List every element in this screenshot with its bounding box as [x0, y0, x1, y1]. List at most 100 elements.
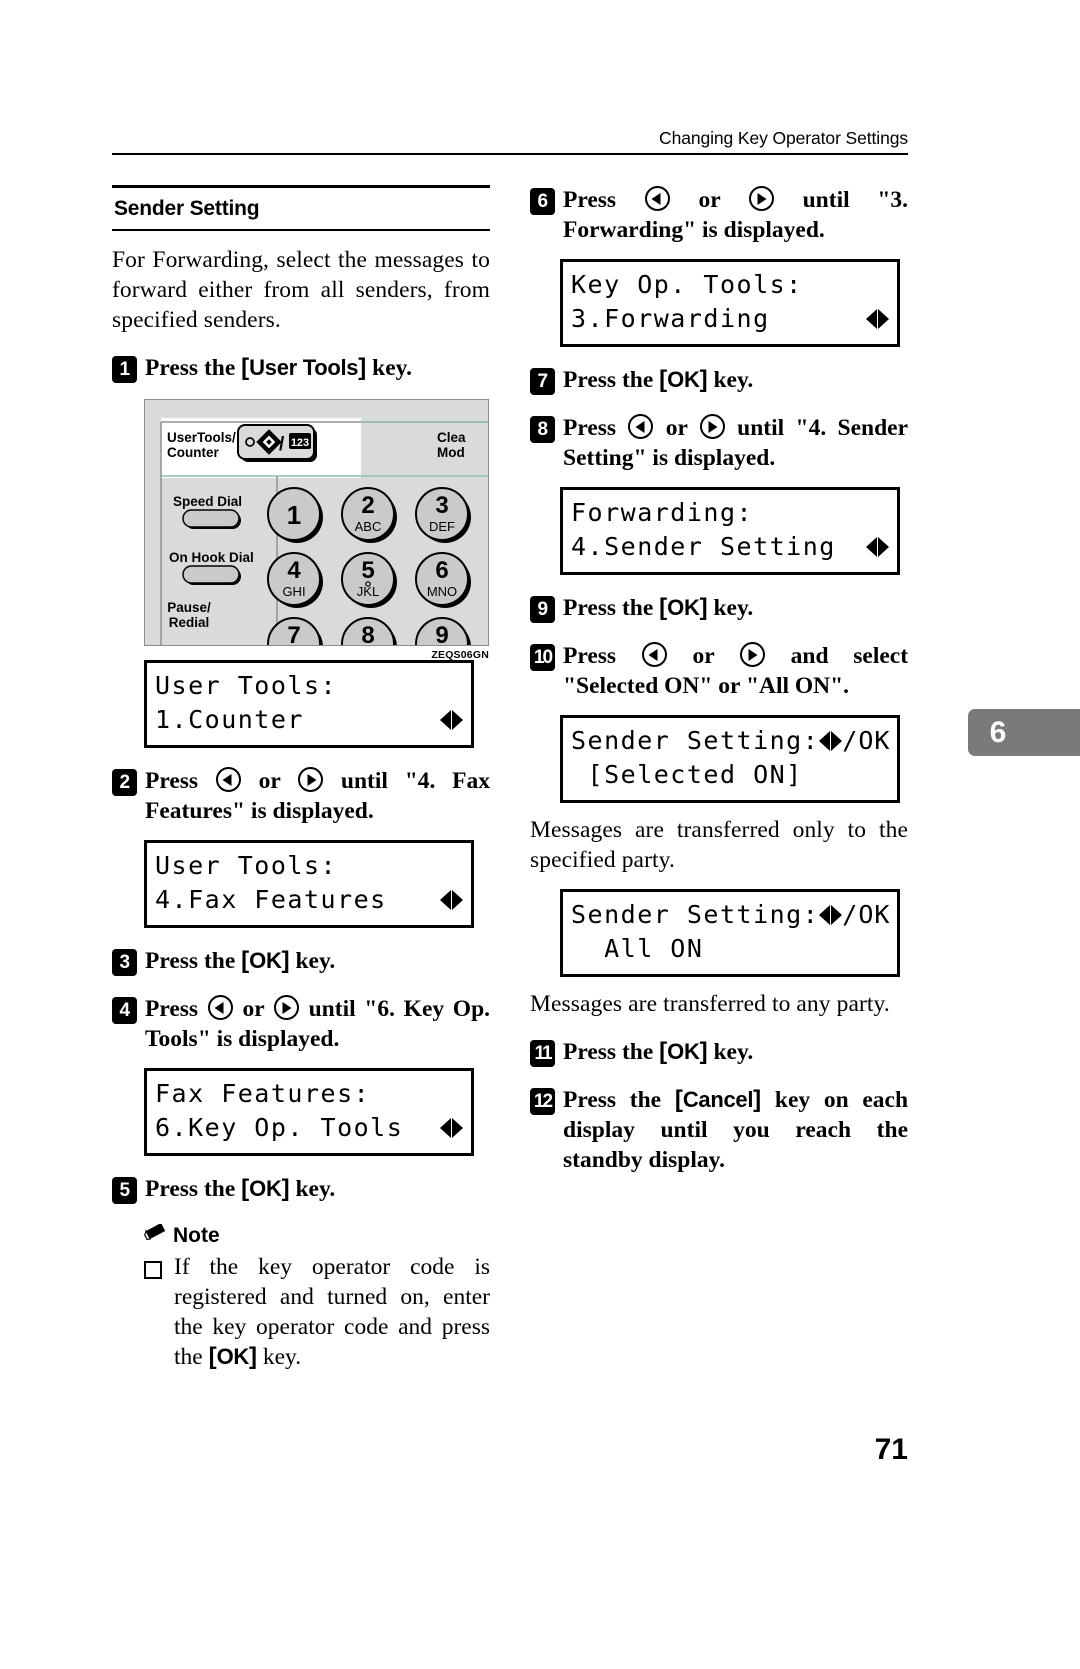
svg-text:Clea: Clea — [437, 430, 466, 445]
step-text-before: Press — [563, 187, 617, 213]
note-text: If the key operator code is registered a… — [174, 1252, 490, 1372]
svg-text:MNO: MNO — [427, 584, 457, 599]
step-9: 9 Press the [OK] key. — [530, 593, 908, 623]
step-text-after: key. — [295, 1176, 336, 1202]
note-title: Note — [173, 1224, 220, 1247]
step-number: 7 — [530, 368, 555, 395]
svg-text:9: 9 — [435, 622, 448, 646]
svg-text:8: 8 — [361, 622, 374, 646]
step-number: 1 — [112, 356, 137, 383]
lcd-line-2: 4.Fax Features — [155, 885, 387, 914]
illustration-body: UserTools/ Counter Clea Mod / 123 Speed … — [144, 399, 489, 646]
pencil-icon — [144, 1223, 166, 1248]
lcd-display-4: Key Op. Tools: 3.Forwarding — [560, 259, 900, 347]
svg-text:7: 7 — [287, 622, 300, 646]
svg-text:UserTools/: UserTools/ — [167, 430, 236, 445]
intro-paragraph: For Forwarding, select the messages to f… — [112, 247, 490, 333]
svg-text:Mod: Mod — [437, 445, 465, 460]
svg-text:1: 1 — [287, 500, 301, 530]
step-number: 5 — [112, 1177, 137, 1204]
lcd-display-7: Sender Setting: /OK All ON — [560, 889, 900, 977]
lcd-display-1: User Tools: 1.Counter — [144, 660, 474, 748]
lcd-display-3: Fax Features: 6.Key Op. Tools — [144, 1068, 474, 1156]
lcd-scroll-arrows-icon — [866, 309, 889, 329]
lcd-line-1-row: Sender Setting: /OK — [571, 724, 889, 758]
step-text-after: key. — [713, 595, 754, 621]
left-arrow-key-icon — [207, 995, 233, 1020]
lcd-scroll-arrows-icon — [819, 905, 843, 925]
right-column: 6 Press or until "3. Forwarding" is disp… — [530, 185, 908, 1175]
control-panel-svg: UserTools/ Counter Clea Mod / 123 Speed … — [160, 418, 488, 646]
bracket-open: [ — [241, 1175, 250, 1202]
svg-text:ABC: ABC — [355, 519, 382, 534]
bracket-close: ] — [281, 947, 290, 974]
lcd-line-1-row: Sender Setting: /OK — [571, 898, 889, 932]
svg-text:5: 5 — [361, 557, 374, 584]
page-number: 71 — [874, 1433, 908, 1466]
step-text-before: Press — [145, 768, 199, 794]
bracket-open: [ — [659, 1038, 668, 1065]
step-text-after: key. — [295, 948, 336, 974]
step-text-after: key. — [713, 1039, 754, 1065]
step-text: Press the [OK] key. — [145, 946, 490, 976]
lcd-line-1: User Tools: — [155, 851, 338, 880]
lcd-line-1: Sender Setting: — [571, 900, 820, 929]
key-label: User Tools — [249, 355, 359, 380]
bracket-close: ] — [699, 594, 708, 621]
lcd-line-2: 3.Forwarding — [571, 304, 770, 333]
right-arrow-key-icon — [298, 767, 324, 792]
svg-text:4: 4 — [287, 557, 301, 584]
lcd-line-2: All ON — [571, 934, 704, 963]
step-number: 4 — [112, 997, 137, 1024]
left-arrow-key-icon — [644, 186, 670, 211]
svg-text:On Hook Dial: On Hook Dial — [169, 550, 254, 565]
bracket-close: ] — [699, 366, 708, 393]
step-11: 11 Press the [OK] key. — [530, 1037, 908, 1067]
lcd-scroll-arrows-icon — [440, 710, 463, 730]
svg-text:3: 3 — [435, 492, 448, 519]
lcd-line-2-row: 4.Sender Setting — [571, 530, 889, 564]
key-label: OK — [249, 1176, 282, 1201]
note-bullet-icon — [144, 1261, 162, 1279]
key-label: OK — [249, 948, 282, 973]
step-3: 3 Press the [OK] key. — [112, 946, 490, 976]
step-text-after: key. — [713, 367, 754, 393]
step-text: Press or until "4. Sender Setting" is di… — [563, 413, 908, 473]
svg-text:Counter: Counter — [167, 445, 219, 460]
lcd-display-5: Forwarding: 4.Sender Setting — [560, 487, 900, 575]
lcd-scroll-arrows-icon — [440, 890, 463, 910]
step-text: Press or until "4. Fax Features" is disp… — [145, 766, 490, 826]
step-text-mid: or — [665, 415, 688, 441]
step-number: 6 — [530, 188, 555, 215]
step-text: Press or until "3. Forwarding" is displa… — [563, 185, 908, 245]
lcd-line-1: User Tools: — [155, 671, 338, 700]
lcd-line-2: 6.Key Op. Tools — [155, 1113, 404, 1142]
key-label: Cancel — [682, 1087, 754, 1112]
chapter-tab: 6 — [968, 709, 1080, 756]
lcd-ok-label: /OK — [842, 726, 891, 755]
step-4: 4 Press or until "6. Key Op. Tools" is d… — [112, 994, 490, 1054]
step-text-before: Press — [145, 996, 199, 1022]
step-text: Press or until "6. Key Op. Tools" is dis… — [145, 994, 490, 1054]
left-arrow-key-icon — [641, 642, 667, 667]
bracket-open: [ — [659, 594, 668, 621]
step-text-after: key. — [372, 355, 412, 381]
bracket-close: ] — [358, 354, 367, 381]
svg-text:Redial: Redial — [169, 615, 210, 630]
lcd-scroll-arrows-icon — [819, 731, 843, 751]
step-text-mid: or — [692, 643, 715, 669]
document-page: Changing Key Operator Settings 6 Sender … — [0, 0, 1080, 1669]
svg-text:2: 2 — [361, 492, 374, 519]
lcd-line-2: 4.Sender Setting — [571, 532, 836, 561]
bracket-close: ] — [699, 1038, 708, 1065]
key-label: OK — [667, 1039, 700, 1064]
step-text: Press the [OK] key. — [563, 593, 908, 623]
step-number: 9 — [530, 596, 555, 623]
step-text-before: Press the — [145, 948, 236, 974]
lcd-line-2: 1.Counter — [155, 705, 304, 734]
header-rule — [112, 153, 908, 155]
bracket-open: [ — [208, 1343, 217, 1370]
svg-text:123: 123 — [291, 437, 309, 449]
lcd-display-6: Sender Setting: /OK [Selected ON] — [560, 715, 900, 803]
step-number: 8 — [530, 416, 555, 443]
